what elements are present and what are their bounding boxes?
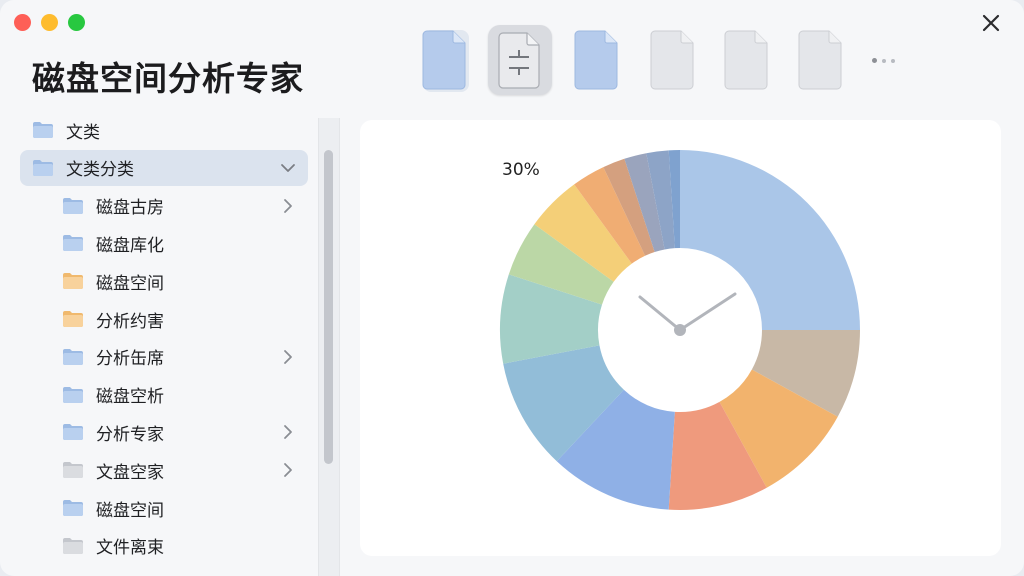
app-title: 磁盘空间分析专家 (32, 59, 304, 98)
sidebar-item[interactable]: 磁盘空间 (20, 490, 308, 526)
folder-blue-icon (63, 197, 83, 214)
document-blue-button-2[interactable] (564, 25, 628, 95)
sidebar-item-label: 磁盘空间 (96, 273, 164, 294)
folder-gray-icon (63, 537, 83, 554)
chevron-down-icon[interactable] (280, 162, 296, 174)
document-blue-icon (422, 30, 469, 92)
document-gray-icon (724, 30, 768, 90)
document-blue-icon (574, 30, 618, 90)
folder-blue-icon (63, 500, 83, 516)
chevron-right-icon[interactable] (282, 349, 294, 365)
sidebar-item[interactable]: 分析缶席 (20, 339, 308, 375)
sidebar-item-label: 磁盘古房 (96, 198, 164, 219)
filter-document-button[interactable] (488, 25, 552, 95)
folder-blue-icon (63, 235, 83, 252)
chevron-right-icon[interactable] (282, 424, 294, 440)
folder-blue-icon (33, 159, 53, 176)
more-dots-icon[interactable] (872, 58, 895, 63)
folder-blue-icon (33, 122, 53, 138)
close-icon[interactable] (978, 10, 1004, 36)
folder-blue-icon (63, 348, 83, 365)
sidebar-item[interactable]: 磁盘古房 (20, 188, 308, 224)
donut-slice[interactable] (680, 150, 860, 330)
sidebar-item-label: 分析专家 (96, 424, 164, 445)
chevron-right-icon[interactable] (282, 198, 294, 214)
document-blue-button[interactable] (412, 25, 476, 95)
sidebar-item-label: 磁盘库化 (96, 235, 164, 256)
sidebar-item-label: 分析缶席 (96, 349, 164, 370)
folder-orange-icon (63, 311, 83, 327)
sidebar-item-label: 文类 (66, 122, 100, 143)
document-gray-button[interactable] (640, 25, 704, 95)
chevron-right-icon[interactable] (282, 462, 294, 478)
document-gray-button-2[interactable] (714, 25, 778, 95)
sidebar-item-label: 文件离束 (96, 538, 164, 559)
sidebar-item[interactable]: 磁盘空析 (20, 377, 308, 413)
document-gray-icon (650, 30, 694, 90)
filter-document-icon (498, 32, 540, 89)
close-window-button[interactable] (14, 14, 31, 31)
minimize-window-button[interactable] (41, 14, 58, 31)
sidebar-item[interactable]: 磁盘库化 (20, 225, 308, 261)
sidebar-item[interactable]: 文盘空家 (20, 452, 308, 488)
window-controls (14, 14, 85, 31)
sidebar-item-label: 分析约害 (96, 311, 164, 332)
sidebar-item[interactable]: 分析专家 (20, 414, 308, 450)
folder-orange-icon (63, 273, 83, 290)
disk-usage-donut-chart (500, 150, 860, 510)
sidebar: 文类 文类分类 磁盘古房 磁盘库化 磁盘空间 分析约害 分析缶席 磁盘空析 分析专家 文盘空家 磁盘… (0, 112, 318, 576)
folder-gray-icon (63, 462, 83, 479)
sidebar-item-label: 文盘空家 (96, 462, 164, 483)
sidebar-item-label: 磁盘空间 (96, 500, 164, 521)
sidebar-item[interactable]: 分析约害 (20, 301, 308, 337)
sidebar-item[interactable]: 文类分类 (20, 149, 308, 186)
folder-blue-icon (63, 424, 83, 441)
scrollbar-thumb[interactable] (324, 150, 333, 464)
document-gray-button-3[interactable] (788, 25, 852, 95)
toolbar (412, 20, 932, 100)
clock-icon (638, 292, 737, 336)
sidebar-item-label: 文类分类 (66, 160, 134, 181)
document-gray-icon (798, 30, 842, 90)
sidebar-item[interactable]: 文件离束 (20, 528, 308, 564)
folder-blue-icon (63, 386, 83, 403)
sidebar-item-label: 磁盘空析 (96, 387, 164, 408)
sidebar-item[interactable]: 文类 (20, 112, 308, 148)
zoom-window-button[interactable] (68, 14, 85, 31)
app-window: 磁盘空间分析专家 文类 文类分类 磁盘古房 磁盘库化 磁盘空间 分析约害 分析缶… (0, 0, 1024, 576)
sidebar-item[interactable]: 磁盘空间 (20, 263, 308, 299)
